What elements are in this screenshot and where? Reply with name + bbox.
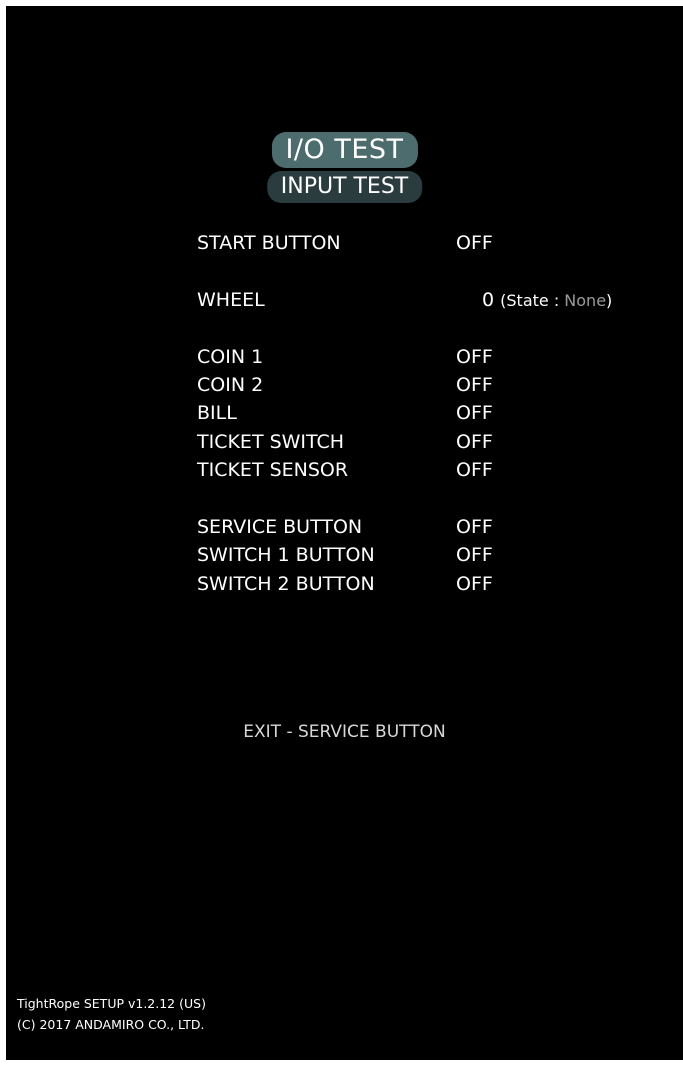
- input-value: OFF: [456, 232, 493, 254]
- wheel-state: (State : None): [500, 291, 612, 310]
- copyright-text: (C) 2017 ANDAMIRO CO., LTD.: [17, 1017, 205, 1032]
- input-label: WHEEL: [197, 289, 265, 311]
- page-subtitle: INPUT TEST: [266, 171, 423, 203]
- input-label: TICKET SENSOR: [197, 459, 349, 481]
- wheel-state-value: None: [564, 291, 607, 310]
- wheel-state-prefix: (State :: [500, 291, 565, 310]
- exit-hint: EXIT - SERVICE BUTTON: [243, 722, 446, 742]
- footer: TightRope SETUP v1.2.12 (US) (C) 2017 AN…: [17, 993, 206, 1035]
- input-label: SWITCH 2 BUTTON: [197, 573, 375, 595]
- wheel-state-suffix: ): [606, 291, 613, 310]
- input-value: OFF: [456, 402, 493, 424]
- input-value: OFF: [456, 459, 493, 481]
- wheel-value: 0: [482, 289, 495, 311]
- input-value: OFF: [456, 573, 493, 595]
- input-label: COIN 1: [197, 346, 264, 368]
- input-value: OFF: [456, 346, 493, 368]
- wheel-readout: 0 (State : None): [482, 286, 612, 315]
- input-label: TICKET SWITCH: [197, 431, 345, 453]
- input-label: SERVICE BUTTON: [197, 516, 363, 538]
- input-label: COIN 2: [197, 374, 264, 396]
- service-screen: I/O TEST INPUT TEST START BUTTON OFF WHE…: [6, 6, 683, 1060]
- input-value: OFF: [456, 374, 493, 396]
- input-label: BILL: [197, 402, 237, 424]
- input-label: SWITCH 1 BUTTON: [197, 544, 375, 566]
- input-value: OFF: [456, 516, 493, 538]
- page-title: I/O TEST: [271, 132, 418, 168]
- version-text: TightRope SETUP v1.2.12 (US): [17, 996, 206, 1011]
- input-value: OFF: [456, 431, 493, 453]
- input-label: START BUTTON: [197, 232, 341, 254]
- input-value: OFF: [456, 544, 493, 566]
